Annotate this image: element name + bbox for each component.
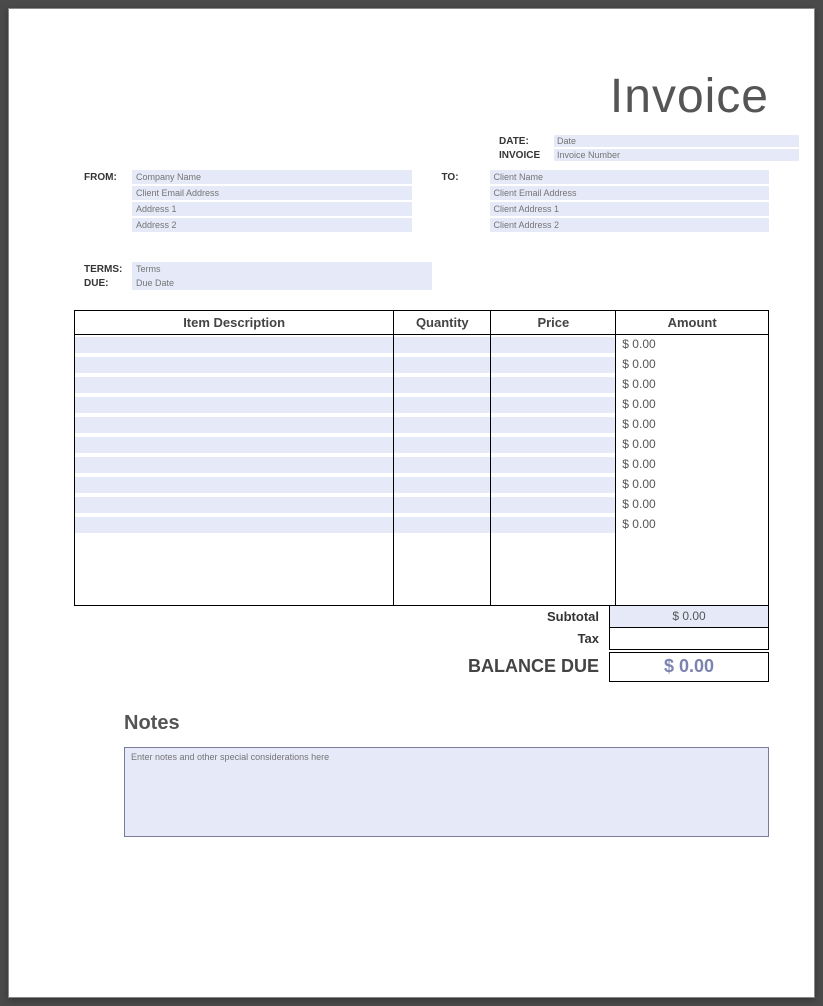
item-amount-value: $ 0.00 bbox=[616, 355, 769, 375]
to-address2-input[interactable] bbox=[490, 218, 770, 232]
subtotal-label: Subtotal bbox=[429, 609, 609, 624]
table-row: $ 0.00 bbox=[75, 375, 769, 395]
terms-input[interactable] bbox=[132, 262, 432, 276]
table-row: $ 0.00 bbox=[75, 435, 769, 455]
from-company-input[interactable] bbox=[132, 170, 412, 184]
item-price-input[interactable] bbox=[491, 497, 615, 513]
item-price-input[interactable] bbox=[491, 397, 615, 413]
from-email-input[interactable] bbox=[132, 186, 412, 200]
notes-title: Notes bbox=[124, 712, 769, 735]
table-row: $ 0.00 bbox=[75, 395, 769, 415]
item-quantity-input[interactable] bbox=[394, 437, 490, 453]
item-quantity-input[interactable] bbox=[394, 477, 490, 493]
page-title: Invoice bbox=[24, 69, 799, 124]
col-description: Item Description bbox=[75, 311, 394, 335]
col-quantity: Quantity bbox=[394, 311, 491, 335]
to-email-input[interactable] bbox=[490, 186, 770, 200]
item-price-input[interactable] bbox=[491, 457, 615, 473]
totals-block: Subtotal $ 0.00 Tax BALANCE DUE $ 0.00 bbox=[429, 606, 769, 682]
table-row: $ 0.00 bbox=[75, 475, 769, 495]
item-description-input[interactable] bbox=[75, 377, 393, 393]
item-description-input[interactable] bbox=[75, 497, 393, 513]
item-description-input[interactable] bbox=[75, 417, 393, 433]
item-quantity-input[interactable] bbox=[394, 337, 490, 353]
date-label: DATE: bbox=[499, 136, 554, 147]
item-price-input[interactable] bbox=[491, 417, 615, 433]
terms-label: TERMS: bbox=[84, 264, 124, 275]
item-amount-value: $ 0.00 bbox=[616, 515, 769, 535]
item-price-input[interactable] bbox=[491, 517, 615, 533]
item-amount-value: $ 0.00 bbox=[616, 395, 769, 415]
due-label: DUE: bbox=[84, 278, 124, 289]
from-address1-input[interactable] bbox=[132, 202, 412, 216]
item-price-input[interactable] bbox=[491, 437, 615, 453]
item-price-input[interactable] bbox=[491, 357, 615, 373]
item-description-input[interactable] bbox=[75, 437, 393, 453]
date-input[interactable] bbox=[554, 135, 799, 147]
item-description-input[interactable] bbox=[75, 517, 393, 533]
tax-value[interactable] bbox=[609, 628, 769, 650]
item-quantity-input[interactable] bbox=[394, 377, 490, 393]
item-amount-value: $ 0.00 bbox=[616, 435, 769, 455]
item-description-input[interactable] bbox=[75, 337, 393, 353]
table-row: $ 0.00 bbox=[75, 415, 769, 435]
item-quantity-input[interactable] bbox=[394, 497, 490, 513]
item-price-input[interactable] bbox=[491, 477, 615, 493]
item-quantity-input[interactable] bbox=[394, 417, 490, 433]
item-amount-value: $ 0.00 bbox=[616, 455, 769, 475]
table-row: $ 0.00 bbox=[75, 515, 769, 535]
invoice-page: Invoice DATE: INVOICE FROM: TO: bbox=[8, 8, 815, 998]
due-date-input[interactable] bbox=[132, 276, 432, 290]
item-amount-value: $ 0.00 bbox=[616, 415, 769, 435]
notes-textarea[interactable] bbox=[124, 747, 769, 837]
table-row: $ 0.00 bbox=[75, 355, 769, 375]
from-label: FROM: bbox=[84, 170, 124, 232]
item-price-input[interactable] bbox=[491, 337, 615, 353]
invoice-number-input[interactable] bbox=[554, 149, 799, 161]
from-address2-input[interactable] bbox=[132, 218, 412, 232]
tax-label: Tax bbox=[429, 631, 609, 646]
terms-block: TERMS: DUE: bbox=[24, 262, 799, 290]
invoice-meta: DATE: INVOICE bbox=[499, 134, 799, 162]
to-address1-input[interactable] bbox=[490, 202, 770, 216]
balance-due-value: $ 0.00 bbox=[609, 652, 769, 682]
subtotal-value: $ 0.00 bbox=[609, 606, 769, 628]
table-row: $ 0.00 bbox=[75, 455, 769, 475]
item-price-input[interactable] bbox=[491, 377, 615, 393]
item-quantity-input[interactable] bbox=[394, 517, 490, 533]
item-description-input[interactable] bbox=[75, 477, 393, 493]
item-quantity-input[interactable] bbox=[394, 457, 490, 473]
item-quantity-input[interactable] bbox=[394, 397, 490, 413]
col-price: Price bbox=[491, 311, 616, 335]
table-row: $ 0.00 bbox=[75, 495, 769, 515]
item-description-input[interactable] bbox=[75, 397, 393, 413]
balance-due-label: BALANCE DUE bbox=[429, 656, 609, 677]
table-row: $ 0.00 bbox=[75, 335, 769, 356]
item-amount-value: $ 0.00 bbox=[616, 335, 769, 356]
item-description-input[interactable] bbox=[75, 457, 393, 473]
item-amount-value: $ 0.00 bbox=[616, 475, 769, 495]
item-amount-value: $ 0.00 bbox=[616, 375, 769, 395]
to-block: TO: bbox=[442, 170, 770, 232]
notes-section: Notes bbox=[24, 682, 799, 842]
invoice-number-label: INVOICE bbox=[499, 150, 554, 161]
to-label: TO: bbox=[442, 170, 482, 232]
table-blank-row bbox=[75, 535, 769, 605]
item-description-input[interactable] bbox=[75, 357, 393, 373]
parties-row: FROM: TO: bbox=[24, 170, 799, 232]
to-name-input[interactable] bbox=[490, 170, 770, 184]
item-quantity-input[interactable] bbox=[394, 357, 490, 373]
items-table: Item Description Quantity Price Amount $… bbox=[74, 310, 769, 606]
item-amount-value: $ 0.00 bbox=[616, 495, 769, 515]
from-block: FROM: bbox=[84, 170, 412, 232]
col-amount: Amount bbox=[616, 311, 769, 335]
